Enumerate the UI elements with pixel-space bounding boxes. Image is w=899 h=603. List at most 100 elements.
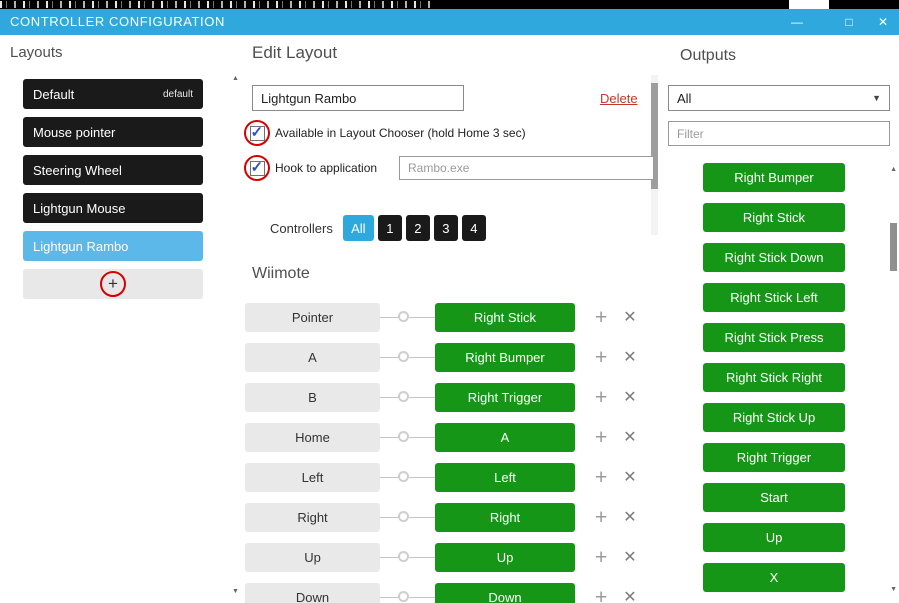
mapping-input-button[interactable]: Pointer: [245, 303, 380, 332]
controller-tab-3[interactable]: 3: [434, 215, 458, 241]
top-strip-white-box: [789, 0, 829, 9]
hook-application-row: ✓ Hook to application: [244, 156, 377, 180]
scroll-down-icon[interactable]: ▼: [890, 586, 897, 593]
mapping-output-button[interactable]: Down: [435, 583, 575, 603]
layout-item-lightgun-mouse[interactable]: Lightgun Mouse: [23, 193, 203, 223]
add-mapping-icon[interactable]: +: [595, 303, 607, 332]
outputs-filter-input[interactable]: [668, 121, 890, 146]
wiimote-section-title: Wiimote: [252, 265, 310, 283]
top-strip-glyphs: [0, 1, 435, 8]
mapping-row: B Right Trigger + ✕: [230, 377, 660, 417]
edit-layout-panel: Edit Layout ▲ ▼ Delete ✓ Available in La…: [230, 35, 660, 603]
mapping-output-button[interactable]: Up: [435, 543, 575, 572]
maximize-button[interactable]: □: [836, 12, 862, 32]
output-button[interactable]: Right Stick Down: [703, 243, 845, 272]
add-mapping-icon[interactable]: +: [595, 383, 607, 412]
output-button[interactable]: Right Stick Left: [703, 283, 845, 312]
delete-layout-link[interactable]: Delete: [600, 91, 638, 106]
connector-circle-icon: [398, 391, 409, 402]
mapping-connector: [380, 343, 435, 372]
mapping-output-button[interactable]: Right: [435, 503, 575, 532]
output-button[interactable]: Right Stick Right: [703, 363, 845, 392]
mapping-input-button[interactable]: B: [245, 383, 380, 412]
hook-application-checkbox[interactable]: ✓: [250, 161, 265, 176]
output-button[interactable]: Right Bumper: [703, 163, 845, 192]
layout-chooser-checkbox[interactable]: ✓: [250, 126, 265, 141]
remove-mapping-icon[interactable]: ✕: [623, 347, 636, 367]
mapping-output-button[interactable]: Right Stick: [435, 303, 575, 332]
mapping-input-button[interactable]: A: [245, 343, 380, 372]
outputs-category-value: All: [677, 91, 691, 106]
mapping-output-button[interactable]: Left: [435, 463, 575, 492]
add-mapping-icon[interactable]: +: [595, 423, 607, 452]
mapping-connector: [380, 463, 435, 492]
layout-item-mouse-pointer[interactable]: Mouse pointer: [23, 117, 203, 147]
edit-layout-title: Edit Layout: [252, 43, 337, 63]
remove-mapping-icon[interactable]: ✕: [623, 427, 636, 447]
output-button[interactable]: Right Stick Press: [703, 323, 845, 352]
outputs-list: Right Bumper Right Stick Right Stick Dow…: [703, 163, 845, 603]
mapping-input-button[interactable]: Right: [245, 503, 380, 532]
outputs-scrollbar-thumb[interactable]: [890, 223, 897, 271]
mapping-input-button[interactable]: Down: [245, 583, 380, 603]
remove-mapping-icon[interactable]: ✕: [623, 387, 636, 407]
remove-mapping-icon[interactable]: ✕: [623, 507, 636, 527]
minimize-button[interactable]: —: [784, 12, 810, 32]
controller-tab-1[interactable]: 1: [378, 215, 402, 241]
add-mapping-icon[interactable]: +: [595, 503, 607, 532]
scroll-up-icon[interactable]: ▲: [890, 166, 897, 173]
remove-mapping-icon[interactable]: ✕: [623, 547, 636, 567]
add-mapping-icon[interactable]: +: [595, 463, 607, 492]
mapping-output-button[interactable]: Right Trigger: [435, 383, 575, 412]
mapping-row: Home A + ✕: [230, 417, 660, 457]
remove-mapping-icon[interactable]: ✕: [623, 587, 636, 603]
controllers-row: Controllers All 1 2 3 4: [270, 215, 490, 241]
layout-list: Default default Mouse pointer Steering W…: [23, 79, 203, 299]
layout-item-label: Steering Wheel: [33, 163, 122, 178]
layout-item-label: Mouse pointer: [33, 125, 115, 140]
layout-chooser-label: Available in Layout Chooser (hold Home 3…: [275, 126, 526, 140]
layout-chooser-row: ✓ Available in Layout Chooser (hold Home…: [244, 121, 526, 145]
mapping-input-button[interactable]: Up: [245, 543, 380, 572]
mapping-input-button[interactable]: Left: [245, 463, 380, 492]
layout-name-input[interactable]: [252, 85, 464, 111]
mapping-input-button[interactable]: Home: [245, 423, 380, 452]
layout-item-default[interactable]: Default default: [23, 79, 203, 109]
output-button[interactable]: Start: [703, 483, 845, 512]
output-button[interactable]: Right Trigger: [703, 443, 845, 472]
output-button[interactable]: X: [703, 563, 845, 592]
outputs-category-dropdown[interactable]: All ▼: [668, 85, 890, 111]
layout-item-label: Default: [33, 87, 74, 102]
layout-item-steering-wheel[interactable]: Steering Wheel: [23, 155, 203, 185]
mapping-row: Down Down + ✕: [230, 577, 660, 603]
mapping-connector: [380, 503, 435, 532]
controller-tab-4[interactable]: 4: [462, 215, 486, 241]
outputs-header: Outputs: [680, 47, 736, 65]
add-mapping-icon[interactable]: +: [595, 583, 607, 603]
add-mapping-icon[interactable]: +: [595, 343, 607, 372]
mapping-row: Right Right + ✕: [230, 497, 660, 537]
output-button[interactable]: Up: [703, 523, 845, 552]
connector-circle-icon: [398, 551, 409, 562]
add-layout-button[interactable]: +: [23, 269, 203, 299]
close-button[interactable]: ✕: [870, 12, 896, 32]
controller-tab-all[interactable]: All: [343, 215, 374, 241]
mapping-output-button[interactable]: Right Bumper: [435, 343, 575, 372]
connector-circle-icon: [398, 591, 409, 602]
hook-application-input[interactable]: [399, 156, 654, 180]
connector-circle-icon: [398, 351, 409, 362]
layout-item-lightgun-rambo[interactable]: Lightgun Rambo: [23, 231, 203, 261]
chevron-down-icon: ▼: [872, 93, 881, 103]
output-button[interactable]: Right Stick: [703, 203, 845, 232]
mapping-list: Pointer Right Stick + ✕ A Right Bumper +…: [230, 297, 660, 603]
controller-tab-2[interactable]: 2: [406, 215, 430, 241]
remove-mapping-icon[interactable]: ✕: [623, 467, 636, 487]
add-mapping-icon[interactable]: +: [595, 543, 607, 572]
output-button[interactable]: Right Stick Up: [703, 403, 845, 432]
remove-mapping-icon[interactable]: ✕: [623, 307, 636, 327]
check-icon: ✓: [251, 123, 264, 141]
mapping-output-button[interactable]: A: [435, 423, 575, 452]
scroll-up-icon[interactable]: ▲: [232, 75, 239, 82]
editor-scrollbar[interactable]: [651, 75, 658, 235]
layout-item-label: Lightgun Rambo: [33, 239, 128, 254]
